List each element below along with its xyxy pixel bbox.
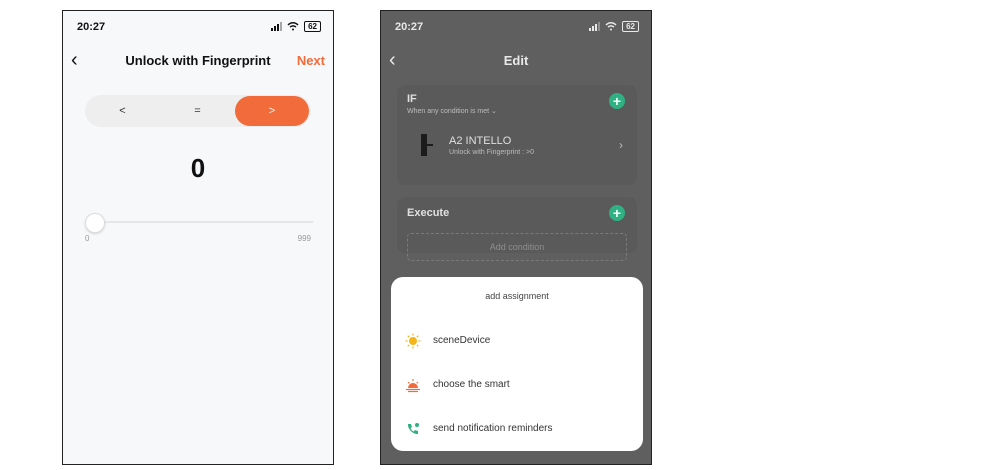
signal-icon: [271, 22, 283, 31]
threshold-value: 0: [190, 153, 206, 183]
slider-thumb[interactable]: [85, 213, 105, 233]
operator-equal[interactable]: =: [160, 105, 235, 117]
nav-bar: ‹ Edit: [381, 50, 651, 71]
battery-indicator: 62: [304, 21, 321, 32]
status-time: 20:27: [395, 21, 424, 33]
add-action-plus-icon[interactable]: +: [609, 205, 625, 221]
add-condition-plus-icon[interactable]: +: [609, 93, 625, 109]
status-icons: 62: [271, 21, 321, 32]
door-lock-icon: [421, 134, 433, 156]
option-send-notification[interactable]: send notification reminders: [405, 419, 633, 439]
execute-heading: Execute: [407, 207, 450, 219]
add-condition-button[interactable]: Add condition: [407, 233, 627, 261]
status-bar: 20:27 62: [395, 19, 639, 37]
add-assignment-sheet: add assignment sceneDevice choose the sm…: [391, 277, 643, 451]
wifi-icon: [605, 22, 617, 31]
phone-screen-fingerprint: 20:27 62 ‹ Unlock with Fingerprint Next …: [62, 10, 334, 465]
option-label: choose the smart: [433, 379, 510, 390]
status-icons: 62: [589, 21, 639, 32]
wifi-icon: [287, 22, 299, 31]
option-label: sceneDevice: [433, 335, 491, 346]
signal-icon: [589, 22, 601, 31]
phone-screen-edit: 20:27 62 ‹ Edit IF When any condition is…: [380, 10, 652, 465]
option-choose-smart[interactable]: choose the smart: [405, 375, 633, 395]
chevron-right-icon: ›: [619, 138, 623, 152]
condition-mode-selector[interactable]: When any condition is met ⌄: [407, 107, 497, 115]
page-title: Edit: [503, 53, 529, 68]
slider-track[interactable]: [85, 221, 313, 223]
status-time: 20:27: [77, 21, 106, 33]
option-label: send notification reminders: [433, 423, 553, 434]
operator-greater-than[interactable]: >: [235, 96, 309, 126]
slider-min-label: 0: [85, 234, 90, 243]
operator-segmented-control: < = >: [85, 95, 311, 127]
status-bar: 20:27 62: [77, 19, 321, 37]
phone-icon: [407, 423, 419, 435]
if-conditions-card: IF When any condition is met ⌄ + A2 INTE…: [397, 85, 637, 185]
nav-bar: ‹ Unlock with Fingerprint Next: [63, 50, 333, 71]
operator-less-than[interactable]: <: [85, 105, 160, 117]
device-condition-detail: Unlock with Fingerprint : >0: [449, 149, 535, 156]
device-name: A2 INTELLO: [449, 135, 512, 147]
option-scene-device[interactable]: sceneDevice: [405, 331, 633, 351]
slider-max-label: 999: [297, 234, 311, 243]
next-button[interactable]: Next: [297, 53, 325, 68]
battery-indicator: 62: [622, 21, 639, 32]
execute-card: Execute + Add condition: [397, 197, 637, 261]
if-heading: IF: [407, 93, 417, 105]
sunrise-icon: [406, 379, 420, 393]
page-title: Unlock with Fingerprint: [125, 53, 271, 68]
condition-item[interactable]: A2 INTELLO Unlock with Fingerprint : >0 …: [411, 130, 625, 170]
bulb-icon: [405, 333, 421, 349]
sheet-title: add assignment: [485, 291, 549, 301]
